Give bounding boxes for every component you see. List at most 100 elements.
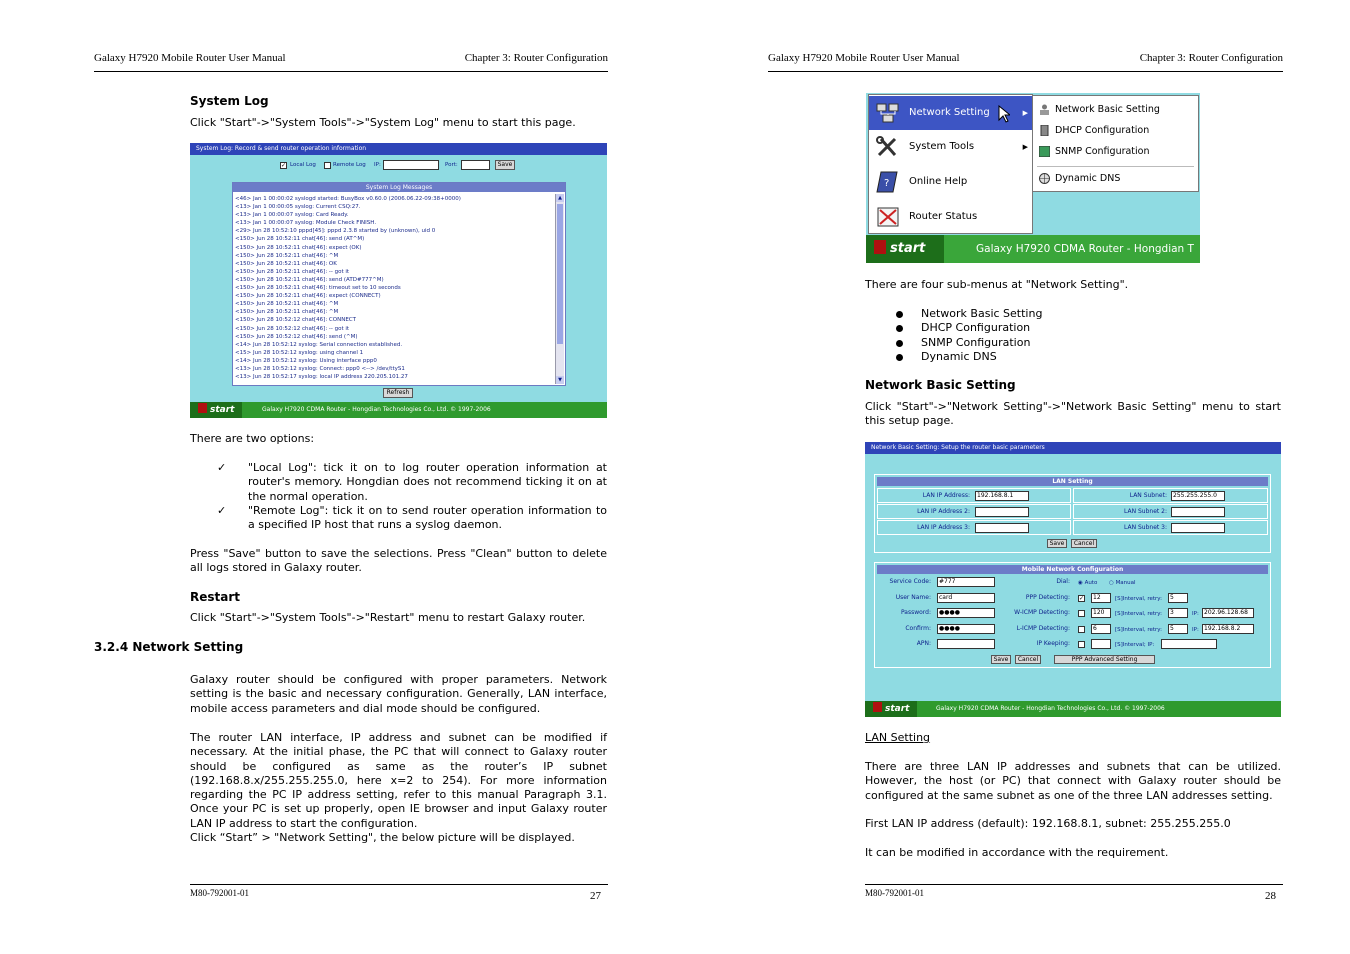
right-header-rule bbox=[768, 71, 1283, 72]
lan-subnet2-input[interactable] bbox=[1171, 507, 1225, 517]
syslog-save-button[interactable]: Save bbox=[495, 160, 515, 170]
snmp-icon bbox=[1039, 146, 1050, 157]
lan-ip2-input[interactable] bbox=[975, 507, 1029, 517]
submenu-bullet-dhcp: DHCP Configuration bbox=[896, 321, 1042, 335]
apn-label: APN: bbox=[916, 640, 931, 647]
wicmp-ip-input[interactable]: 202.96.128.68 bbox=[1202, 608, 1254, 618]
lan-subnet1-input[interactable]: 255.255.255.0 bbox=[1171, 491, 1225, 501]
ppp-detecting-label: PPP Detecting: bbox=[1025, 594, 1070, 601]
wicmp-interval-input[interactable]: 120 bbox=[1091, 608, 1111, 618]
user-name-input[interactable]: card bbox=[937, 593, 995, 603]
menu-item-system-tools[interactable]: System Tools ▶ bbox=[869, 130, 1032, 164]
menu-label-network-setting: Network Setting bbox=[909, 107, 990, 118]
server-icon bbox=[1040, 125, 1049, 136]
globe-icon bbox=[1039, 173, 1050, 184]
network-para-1: Galaxy router should be configured with … bbox=[190, 673, 607, 715]
licmp-interval-input[interactable]: 6 bbox=[1091, 624, 1111, 634]
service-code-input[interactable]: #777 bbox=[937, 577, 995, 587]
left-page-number: 27 bbox=[590, 890, 601, 902]
nbs-heading: Network Basic Setting bbox=[865, 378, 1016, 392]
left-header-chapter: Chapter 3: Router Configuration bbox=[464, 52, 608, 64]
submenu-dhcp-configuration[interactable]: DHCP Configuration bbox=[1033, 120, 1198, 141]
network-para-2: The router LAN interface, IP address and… bbox=[190, 731, 607, 830]
log-line: <150> Jun 28 10:52:12 chat[46]: -- got i… bbox=[235, 325, 350, 332]
log-line: <13> Jan 1 00:00:07 syslog: Card Ready. bbox=[235, 212, 349, 219]
port-input[interactable] bbox=[461, 160, 490, 170]
log-line: <14> Jun 28 10:52:12 syslog: Using inter… bbox=[235, 357, 377, 364]
right-page-number: 28 bbox=[1265, 890, 1276, 902]
log-line: <150> Jun 28 10:52:11 chat[46]: send (AT… bbox=[235, 236, 365, 243]
dial-manual-radio[interactable]: ○ Manual bbox=[1109, 580, 1136, 586]
refresh-button[interactable]: Refresh bbox=[383, 388, 413, 398]
log-line: <150> Jun 28 10:52:11 chat[46]: -- got i… bbox=[235, 268, 350, 275]
ip-keeping-interval-input[interactable] bbox=[1091, 639, 1111, 649]
ip-keeping-ip-input[interactable] bbox=[1161, 639, 1217, 649]
log-line: <13> Jan 1 00:00:05 syslog: Current CSQ:… bbox=[235, 204, 361, 211]
password-input[interactable]: ●●●● bbox=[937, 608, 995, 618]
nbs-start-button[interactable]: start bbox=[865, 701, 917, 717]
ppp-interval-retry-label: [S]Interval, retry: bbox=[1115, 596, 1162, 602]
network-para-3: Click “Start” > "Network Setting", the b… bbox=[190, 831, 575, 844]
submenu-dynamic-dns[interactable]: Dynamic DNS bbox=[1033, 168, 1198, 189]
apn-input[interactable] bbox=[937, 639, 995, 649]
licmp-ip-input[interactable]: 192.168.8.2 bbox=[1202, 624, 1254, 634]
wicmp-retry-input[interactable]: 3 bbox=[1168, 608, 1188, 618]
log-line: <150> Jun 28 10:52:11 chat[46]: send (AT… bbox=[235, 276, 384, 283]
wicmp-detecting-checkbox[interactable] bbox=[1078, 610, 1085, 617]
licmp-interval-retry-label: [S]Interval, retry: bbox=[1115, 627, 1162, 633]
log-scrollbar[interactable]: ▲ ▼ bbox=[555, 194, 564, 384]
log-lines: <46> Jan 1 00:00:02 syslogd started: Bus… bbox=[235, 195, 553, 385]
mobile-save-button[interactable]: Save bbox=[991, 655, 1011, 664]
submenu-label-snmp: SNMP Configuration bbox=[1055, 146, 1150, 157]
left-header-title: Galaxy H7920 Mobile Router User Manual bbox=[94, 52, 286, 64]
ppp-retry-input[interactable]: 5 bbox=[1168, 593, 1188, 603]
ppp-interval-input[interactable]: 12 bbox=[1091, 593, 1111, 603]
syslog-start-button[interactable]: start bbox=[190, 402, 242, 418]
lan-setting-section: LAN Setting LAN IP Address: 192.168.8.1 … bbox=[874, 474, 1271, 553]
lan-ip3-input[interactable] bbox=[975, 523, 1029, 533]
licmp-detecting-checkbox[interactable] bbox=[1078, 626, 1085, 633]
ppp-detecting-checkbox[interactable]: ✓ bbox=[1078, 595, 1085, 602]
lan-cancel-button[interactable]: Cancel bbox=[1071, 539, 1097, 548]
licmp-retry-input[interactable]: 5 bbox=[1168, 624, 1188, 634]
option-remote-log: "Remote Log": tick it on to send router … bbox=[217, 504, 607, 533]
service-code-label: Service Code: bbox=[889, 578, 931, 585]
confirm-input[interactable]: ●●●● bbox=[937, 624, 995, 634]
right-footer-rule bbox=[865, 884, 1283, 885]
lan-ip1-input[interactable]: 192.168.8.1 bbox=[975, 491, 1029, 501]
remote-ip-input[interactable] bbox=[383, 160, 439, 170]
log-line: <150> Jun 28 10:52:11 chat[46]: ^M bbox=[235, 252, 339, 259]
scroll-up-arrow-icon[interactable]: ▲ bbox=[556, 194, 564, 202]
mobile-cancel-button[interactable]: Cancel bbox=[1015, 655, 1041, 664]
submenu-network-basic-setting[interactable]: Network Basic Setting bbox=[1033, 99, 1198, 120]
network-icon bbox=[876, 103, 899, 123]
remote-log-checkbox[interactable] bbox=[324, 162, 331, 169]
menu-item-router-status[interactable]: Router Status bbox=[869, 200, 1032, 234]
dial-auto-label: Auto bbox=[1084, 580, 1098, 586]
lan-cell bbox=[877, 520, 1071, 535]
ppp-advanced-button[interactable]: PPP Advanced Setting bbox=[1054, 655, 1155, 664]
menu-item-online-help[interactable]: ? Online Help bbox=[869, 165, 1032, 199]
scroll-thumb[interactable] bbox=[557, 204, 563, 344]
dial-auto-radio[interactable]: ◉ Auto bbox=[1078, 580, 1097, 586]
ip-keeping-checkbox[interactable] bbox=[1078, 641, 1085, 648]
taskbar-start-button[interactable]: start bbox=[866, 235, 944, 263]
menu-label-system-tools: System Tools bbox=[909, 141, 975, 152]
lan-ip2-label: LAN IP Address 2: bbox=[917, 508, 970, 515]
log-line: <150> Jun 28 10:52:12 chat[46]: send (^M… bbox=[235, 333, 358, 340]
system-log-heading: System Log bbox=[190, 94, 269, 108]
lan-ip1-label: LAN IP Address: bbox=[922, 492, 970, 499]
tools-icon bbox=[876, 136, 897, 157]
status-icon bbox=[877, 207, 899, 227]
log-messages-box: System Log Messages <46> Jan 1 00:00:02 … bbox=[232, 182, 566, 386]
licmp-ip-label: IP: bbox=[1192, 627, 1199, 633]
submenu-divider bbox=[1037, 166, 1194, 167]
restart-heading: Restart bbox=[190, 590, 241, 604]
scroll-down-arrow-icon[interactable]: ▼ bbox=[556, 376, 564, 384]
lan-subnet3-input[interactable] bbox=[1171, 523, 1225, 533]
lan-save-button[interactable]: Save bbox=[1047, 539, 1067, 548]
lan-setting-text: There are three LAN IP addresses and sub… bbox=[865, 760, 1281, 802]
local-log-checkbox[interactable]: ✓ bbox=[280, 162, 287, 169]
svg-text:?: ? bbox=[884, 178, 889, 189]
submenu-snmp-configuration[interactable]: SNMP Configuration bbox=[1033, 141, 1198, 162]
